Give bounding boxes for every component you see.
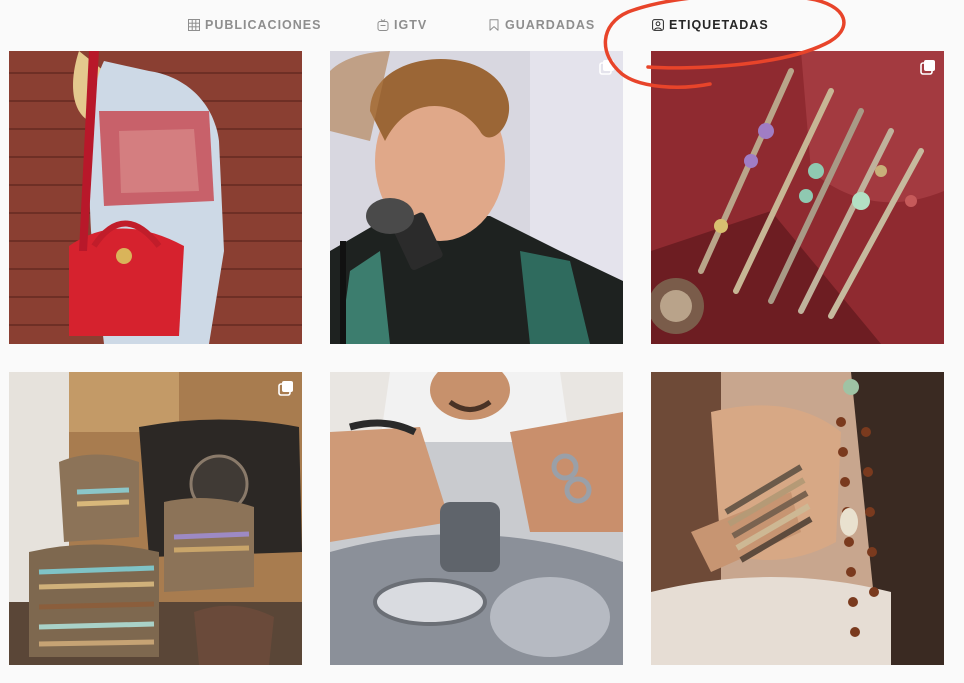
tab-publicaciones[interactable]: PUBLICACIONES: [188, 17, 321, 33]
tab-label: GUARDADAS: [505, 18, 596, 32]
tab-guardadas[interactable]: GUARDADAS: [488, 17, 595, 33]
post-thumbnail[interactable]: [330, 51, 623, 344]
photo-singer: [330, 51, 623, 344]
post-thumbnail[interactable]: [9, 372, 302, 665]
profile-tabs: PUBLICACIONES IGTV GUARDADAS ETIQUETADAS: [0, 0, 964, 50]
multiple-posts-icon: [920, 59, 936, 75]
post-thumbnail[interactable]: [330, 372, 623, 665]
tab-etiquetadas[interactable]: ETIQUETADAS: [652, 17, 769, 33]
post-thumbnail[interactable]: [651, 51, 944, 344]
multiple-posts-icon: [599, 59, 615, 75]
multiple-posts-icon: [278, 380, 294, 396]
photo-motorcycle-rings: [330, 372, 623, 665]
photo-bracelets-cushion: [651, 51, 944, 344]
tagged-user-icon: [652, 19, 664, 31]
photo-stacked-bracelets: [651, 372, 944, 665]
tab-label: IGTV: [394, 18, 428, 32]
photo-red-handbag: [9, 51, 302, 344]
grid-icon: [188, 19, 200, 31]
tab-igtv[interactable]: IGTV: [377, 17, 427, 33]
post-thumbnail[interactable]: [9, 51, 302, 344]
photo-bracelet-display: [9, 372, 302, 665]
tv-icon: [377, 19, 389, 31]
bookmark-icon: [488, 19, 500, 31]
tab-label: ETIQUETADAS: [669, 18, 769, 32]
post-thumbnail[interactable]: [651, 372, 944, 665]
tab-label: PUBLICACIONES: [205, 18, 322, 32]
